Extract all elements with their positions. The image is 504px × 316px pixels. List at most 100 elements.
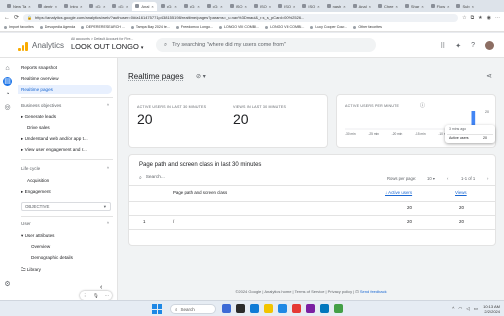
chrome-icon[interactable] [292,304,301,313]
browser-tab[interactable]: Chee × [375,2,401,11]
bookmark-item[interactable]: Freedomco Longo... [175,25,213,29]
browser-tab[interactable]: New Ta × [4,2,34,11]
microphone-icon[interactable]: 🎙 [93,293,99,299]
close-icon[interactable]: × [421,4,423,9]
nav-library[interactable]: 🗀 Library [21,266,41,274]
browser-tab[interactable]: Anal × [350,2,374,11]
address-bar[interactable]: 🔒 https://analytics.google.com/analytics… [23,13,459,22]
close-icon[interactable]: × [220,4,222,9]
reports-icon[interactable]: ▤ [3,77,12,86]
footer-links[interactable]: ©2024 Google | Analytics home | Terms of… [235,289,354,294]
bookmark-item[interactable]: Devopedia Agenda [39,25,75,29]
bookmark-item[interactable]: DEPERERESEARCH ... [81,25,125,29]
bookmark-item[interactable]: Tampa Bay 2024 te... [130,25,170,29]
grip-icon[interactable]: ⋮ [83,293,88,299]
browser-tab[interactable]: dentr × [35,2,60,11]
chevron-up-icon[interactable]: ^ [107,103,109,108]
next-page-icon[interactable]: › [487,176,488,181]
home-icon[interactable]: ⌂ [3,64,12,73]
explore-icon[interactable]: ◔ [3,90,12,99]
prev-page-icon[interactable]: ‹ [447,176,448,181]
nav-user[interactable]: User [21,221,31,226]
close-icon[interactable]: × [197,4,199,9]
browser-tab[interactable]: ISO × [275,2,298,11]
bookmark-item[interactable]: Import favorites [4,25,34,29]
edge-icon[interactable] [250,304,259,313]
share-icon[interactable]: ⋖ [486,72,492,80]
browser-tab[interactable]: •G: × [204,2,226,11]
nav-reports-snapshot[interactable]: Reports snapshot [21,65,57,70]
profile-icon[interactable]: ◉ [487,15,491,21]
star-icon[interactable]: ☆ [462,15,466,21]
browser-tab[interactable]: Shar × [402,2,427,11]
favorites-icon[interactable]: ★ [478,15,482,21]
browser-tab[interactable]: Sub × [453,2,476,11]
browser-tab[interactable]: ISO × [251,2,274,11]
app-icon[interactable] [334,304,343,313]
nav-realtime-overview[interactable]: Realtime overview [21,76,59,81]
close-icon[interactable]: × [151,4,153,9]
close-icon[interactable]: × [103,4,105,9]
nav-overview[interactable]: Overview [31,244,50,249]
nav-generate-leads[interactable]: ▸ Generate leads [21,114,56,120]
rows-per-page-select[interactable]: 10 ▾ [427,176,435,181]
send-feedback-link[interactable]: Send feedback [360,289,387,294]
browser-tab[interactable]: •G: × [86,2,108,11]
nav-user-attributes[interactable]: ▾ User attributes [21,233,54,239]
browser-tab[interactable]: nash × [324,2,349,11]
col-header-active-users[interactable]: ↓ Active users [385,190,412,195]
close-icon[interactable]: × [369,4,371,9]
close-icon[interactable]: × [28,4,30,9]
col-header-dimension[interactable]: Page path and screen class [173,190,227,195]
browser-tab[interactable]: Flow × [428,2,453,11]
table-search-input[interactable]: ⌕ Search... [139,175,165,181]
system-tray[interactable]: ^ ◠ ◁ ▭ [452,306,478,312]
app-icon[interactable] [306,304,315,313]
extensions-icon[interactable]: ⧉ [471,15,475,21]
refresh-icon[interactable]: ⟳ [14,14,19,21]
close-icon[interactable]: × [343,4,345,9]
property-selector[interactable]: LOOK OUT LONGO ▾ [71,42,143,51]
store-icon[interactable] [320,304,329,313]
insights-icon[interactable]: ✦ [455,42,461,50]
browser-tab[interactable]: •G: × [181,2,203,11]
close-icon[interactable]: × [317,4,319,9]
close-icon[interactable]: × [396,4,398,9]
bookmark-item[interactable]: LONGO VIII COMBI... [219,25,259,29]
close-icon[interactable]: × [472,4,474,9]
more-icon[interactable]: ⋯ [105,293,110,299]
close-icon[interactable]: × [269,4,271,9]
bookmark-item[interactable]: Other favorites [353,25,382,29]
browser-tab[interactable]: ISO × [227,2,250,11]
close-icon[interactable]: × [174,4,176,9]
nav-drive-sales[interactable]: Drive sales [27,125,50,130]
close-icon[interactable]: × [126,4,128,9]
account-breadcrumb[interactable]: All accounts > Default Account for Fire.… [71,37,133,41]
file-explorer-icon[interactable] [264,304,273,313]
browser-tab[interactable]: •G: × [158,2,180,11]
widgets-icon[interactable] [222,304,231,313]
advertising-icon[interactable]: ◎ [3,103,12,112]
close-icon[interactable]: × [245,4,247,9]
nav-demographic-details[interactable]: Demographic details [31,255,73,260]
settings-gear-icon[interactable]: ⚙ [3,280,12,289]
help-icon[interactable]: ? [471,42,475,49]
chevron-up-icon[interactable]: ^ [107,221,109,226]
taskbar-search[interactable]: ⌕ Search [170,304,216,314]
close-icon[interactable]: × [55,4,57,9]
browser-tab[interactable]: •G: × [109,2,131,11]
close-icon[interactable]: × [293,4,295,9]
nav-acquisition[interactable]: Acquisition [27,178,49,183]
avatar[interactable] [485,41,494,50]
chevron-up-icon[interactable]: ^ [107,166,109,171]
browser-tab[interactable]: ISO × [299,2,322,11]
close-icon[interactable]: × [447,4,449,9]
col-header-views[interactable]: Views [455,190,467,195]
menu-icon[interactable]: ⋯ [495,15,500,21]
objective-dropdown[interactable]: OBJECTIVE ▾ [21,202,111,211]
task-view-icon[interactable] [236,304,245,313]
nav-business-objectives[interactable]: Business objectives [21,103,61,108]
bookmark-item[interactable]: LONGO VII COMBI... [265,25,304,29]
windows-start-icon[interactable] [152,304,162,314]
nav-user-engagement[interactable]: ▸ View user engagement and r... [21,147,87,153]
